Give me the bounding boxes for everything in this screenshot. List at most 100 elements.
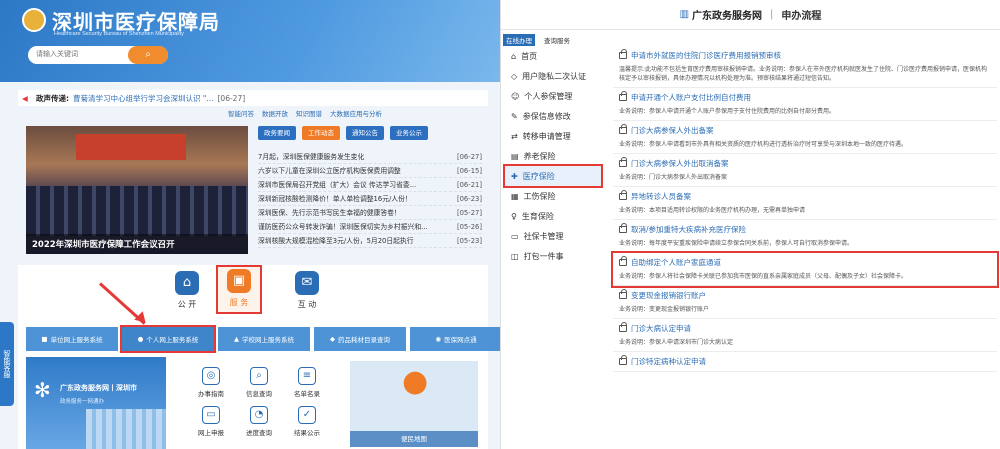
list-item[interactable]: 深圳新冠核酸检测降价！单人单检调整16元/人份！ [06-23] [258, 192, 482, 206]
search-box: ⌕ [28, 46, 168, 64]
service-public[interactable]: ⌂ 公 开 [164, 271, 210, 310]
search-input[interactable] [28, 46, 128, 62]
card-icon: ▭ [511, 231, 519, 241]
tab-business-public[interactable]: 业务公示 [390, 126, 428, 140]
sidebar-item-pension[interactable]: ▤ 养老保险 [505, 146, 601, 166]
lock-icon [619, 256, 627, 266]
insurance-outlet-button[interactable]: ◉ 医保网点通 [410, 327, 500, 351]
list-item[interactable]: 门诊大病认定申请 业务说明：参保人申请深圳市门诊大病认定 [613, 319, 997, 352]
lock-icon [619, 289, 627, 299]
system-buttons: ■ 单位网上服务系统 ● 个人网上服务系统 ▲ 学校网上服务系统 ◆ 药品耗材目录查询 … [26, 325, 500, 353]
lock-icon [619, 124, 627, 134]
list-item[interactable]: 深圳市医保局召开党组（扩大）会议 传达学习省委... [06-21] [258, 178, 482, 192]
smart-service-side-tab[interactable]: 智能客服 [0, 322, 14, 406]
briefcase-icon: ■ [41, 335, 48, 343]
lock-icon [619, 49, 627, 59]
unit-online-system-button[interactable]: ■ 单位网上服务系统 [26, 327, 118, 351]
progress-icon: ◔ [250, 406, 268, 424]
list-catalog-item[interactable]: ≡ 名单名录 [286, 367, 328, 398]
list-item[interactable]: 深圳医保、先行示范书写民生幸福的健康答卷！ [05-27] [258, 206, 482, 220]
service-interact[interactable]: ✉ 互 动 [284, 271, 330, 310]
list-item[interactable]: 深圳核酸大规模混检降至3元/人份，5月20日起执行 [05-23] [258, 234, 482, 248]
lock-icon [619, 355, 627, 365]
package-icon: ◫ [511, 251, 519, 261]
sidebar-item-package[interactable]: ◫ 打包一件事 [505, 246, 601, 266]
online-declare-item[interactable]: ▭ 网上申报 [190, 406, 232, 437]
ticker-link[interactable]: 曹菊清学习中心组举行学习会深圳认识 "... [73, 93, 214, 104]
outlet-icon: ◉ [435, 335, 442, 343]
list-item[interactable]: 变更现金报销银行账户 业务说明：变更现金报销银行账户 [613, 286, 997, 319]
result-public-item[interactable]: ✓ 结果公示 [286, 406, 328, 437]
service-service[interactable]: ▣ 服 务 [216, 265, 262, 314]
quick-toolbar: 智能问答 数据开放 知识图谱 大数据应用与分析 [228, 108, 382, 118]
news-photo[interactable]: 2022年深圳市医疗保障工作会议召开 [26, 126, 248, 254]
gd-gov-logo-icon: ✻ [34, 378, 51, 402]
brand: ▥ 广东政务服务网 [679, 9, 763, 22]
list-item[interactable]: 申请开通个人账户支付比例自付费用 业务说明：参保人申请开通个人账户参保用于支付住院… [613, 88, 997, 121]
search-icon: ⌕ [145, 49, 151, 60]
tab-work-updates[interactable]: 工作动态 [302, 126, 340, 140]
lock-icon [619, 322, 627, 332]
progress-query-item[interactable]: ◔ 进度查询 [238, 406, 280, 437]
speaker-icon: ◀ [22, 93, 28, 103]
list-item[interactable]: 7月起，深圳医保健康服务发生变化 [06-27] [258, 150, 482, 164]
result-icon: ✓ [298, 406, 316, 424]
toolbar-smart-qa[interactable]: 智能问答 [228, 108, 254, 118]
drug-catalog-button[interactable]: ◆ 药品耗材目录查询 [314, 327, 406, 351]
map-pin-icon: ● [402, 364, 429, 399]
process-title: 申办流程 [781, 11, 822, 22]
sidebar-item-injury[interactable]: ▦ 工伤保险 [505, 186, 601, 206]
toolbar-knowledge-graph[interactable]: 知识图谱 [296, 108, 322, 118]
sidebar-item-info-modify[interactable]: ✎ 参保信息修改 [505, 106, 601, 126]
tab-query-service[interactable]: 查询服务 [541, 34, 573, 46]
list-item-family-binding[interactable]: 自助绑定个人账户家庭通道 业务说明：参保人将社会保障卡关联已参加我市医保的直系亲属… [611, 251, 999, 288]
school-icon: ▲ [234, 335, 239, 343]
sidebar-item-maternity[interactable]: ♀ 生育保险 [505, 206, 601, 226]
injury-icon: ▦ [511, 191, 519, 201]
transfer-icon: ⇄ [511, 131, 518, 141]
sidebar-item-privacy-auth[interactable]: ◇ 用户隐私二次认证 [505, 66, 601, 86]
doc-icon: ▤ [511, 151, 519, 161]
list-item[interactable]: 门诊大病参保人外出取消备案 业务说明：门诊大病参保人外出取消备案 [613, 154, 997, 187]
toolbar-big-data[interactable]: 大数据应用与分析 [330, 108, 382, 118]
sidebar-item-transfer[interactable]: ⇄ 转移申请管理 [505, 126, 601, 146]
list-item[interactable]: 异地转诊人员备案 业务说明：本项目适用转诊权限的业务医疗机构办理，无需再单独申请 [613, 187, 997, 220]
list-item[interactable]: 门诊特定病种认定申请 [613, 352, 997, 372]
sidebar-item-card[interactable]: ▭ 社保卡管理 [505, 226, 601, 246]
list-item[interactable]: 门诊大病参保人外出备案 业务说明：参保人申请看到市外具有相关资质的医疗机构进行透析… [613, 121, 997, 154]
personal-online-system-button[interactable]: ● 个人网上服务系统 [120, 325, 216, 353]
site-subtitle: Healthcare Security Bureau of Shenzhen M… [54, 31, 184, 37]
sidebar-item-home[interactable]: ⌂ 首页 [505, 46, 601, 66]
service-list: 申请市外就医的住院门诊医疗费用报销预审核 温馨提示:此功能不包括生育医疗费用审核报… [611, 46, 999, 372]
city-skyline [86, 409, 166, 449]
list-icon: ≡ [298, 367, 316, 385]
tab-online-handle[interactable]: 在线办理 [503, 34, 535, 46]
person-icon: ● [137, 335, 144, 343]
list-item[interactable]: 申请市外就医的住院门诊医疗费用报销预审核 温馨提示:此功能不包括生育医疗费用审核报… [613, 46, 997, 88]
right-header: ▥ 广东政务服务网 | 申办流程 [501, 0, 1000, 30]
gd-gov-banner[interactable]: ✻ 广东政务服务网丨深圳市 政务服务一网通办 [26, 357, 166, 449]
toolbar-open-data[interactable]: 数据开放 [262, 108, 288, 118]
school-online-system-button[interactable]: ▲ 学校网上服务系统 [218, 327, 310, 351]
news-list: 7月起，深圳医保健康服务发生变化 [06-27] 六岁以下儿童在深圳公立医疗机构医… [258, 150, 482, 248]
guide-item[interactable]: ◎ 办事指南 [190, 367, 232, 398]
list-item[interactable]: 取消/参加重特大疾病补充医疗保险 业务说明：每年度平安重疾保险申请续立参保合同关系… [613, 220, 997, 253]
list-item[interactable]: 六岁以下儿童在深圳公立医疗机构医保费用调整 [06-15] [258, 164, 482, 178]
chat-icon: ✉ [295, 271, 319, 295]
sidebar-item-medical[interactable]: ✚ 医疗保险 [503, 164, 603, 188]
news-tabs: 政务要闻 工作动态 通知公告 业务公示 [258, 126, 428, 140]
bureau-emblem-icon [22, 8, 46, 32]
search-button[interactable]: ⌕ [128, 46, 168, 64]
convenience-map[interactable]: ● 便民地图 [350, 361, 478, 447]
shield-icon: ◇ [511, 71, 518, 81]
lock-icon [619, 157, 627, 167]
building-icon: ⌂ [175, 271, 199, 295]
sidebar-item-personal-insurance[interactable]: ☺ 个人参保管理 [505, 86, 601, 106]
tab-notices[interactable]: 通知公告 [346, 126, 384, 140]
tab-government-news[interactable]: 政务要闻 [258, 126, 296, 140]
info-query-item[interactable]: ⌕ 信息查询 [238, 367, 280, 398]
list-item[interactable]: 谨防医药公众号转发诈骗！深圳医保切实为乡村振兴和... [05-26] [258, 220, 482, 234]
home-icon: ⌂ [511, 51, 517, 61]
baby-icon: ♀ [511, 211, 517, 221]
service-grid: ◎ 办事指南 ⌕ 信息查询 ≡ 名单名录 ▭ 网上申报 ◔ 进度查询 ✓ 结果公示 [190, 367, 328, 437]
